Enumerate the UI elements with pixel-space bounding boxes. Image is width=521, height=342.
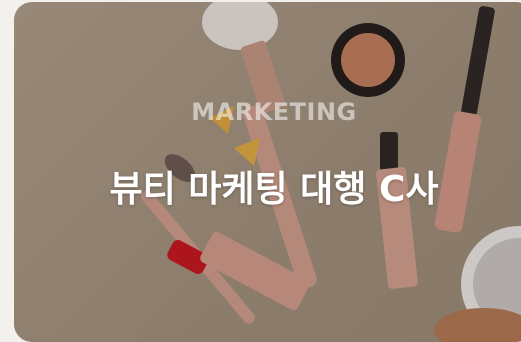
card-title: 뷰티 마케팅 대행 C사 [109,169,439,210]
project-card[interactable]: MARKETING 뷰티 마케팅 대행 C사 [14,2,521,342]
category-label: MARKETING [191,98,357,126]
